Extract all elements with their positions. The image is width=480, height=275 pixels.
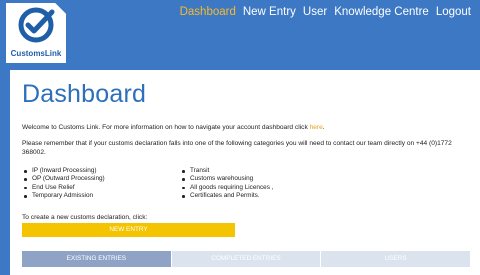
app-header: CustomsLink Dashboard New Entry User Kno… [0, 0, 480, 70]
category-list-right: Transit Customs warehousing All goods re… [180, 167, 273, 201]
page-title: Dashboard [22, 80, 147, 108]
welcome-text: Welcome to Customs Link. For more inform… [22, 123, 462, 132]
list-item: IP (Inward Processing) [22, 167, 105, 175]
list-item: Temporary Admission [22, 192, 105, 200]
dashboard-panel: Dashboard Welcome to Customs Link. For m… [10, 70, 480, 275]
nav-user[interactable]: User [303, 5, 327, 19]
nav-logout[interactable]: Logout [436, 5, 471, 19]
main-nav: Dashboard New Entry User Knowledge Centr… [173, 5, 471, 19]
tab-completed-entries[interactable]: COMPLETED ENTRIES [171, 251, 322, 267]
list-item: Transit [180, 167, 273, 175]
list-item: All goods requiring Licences , [180, 184, 273, 192]
entries-tabs: EXISTING ENTRIES COMPLETED ENTRIES USERS [22, 251, 471, 267]
tab-existing-entries[interactable]: EXISTING ENTRIES [22, 251, 172, 267]
list-item: Customs warehousing [180, 175, 273, 183]
tab-users[interactable]: USERS [321, 251, 471, 267]
customslink-logo[interactable]: CustomsLink [6, 3, 66, 63]
help-link[interactable]: here [310, 124, 323, 131]
new-entry-button[interactable]: NEW ENTRY [22, 223, 235, 237]
nav-dashboard[interactable]: Dashboard [180, 5, 236, 19]
welcome-text-body: Welcome to Customs Link. For more inform… [22, 124, 310, 131]
welcome-text-end: . [322, 124, 325, 131]
checkmark-logo-icon [18, 7, 55, 43]
list-item: End Use Relief [22, 184, 105, 192]
create-instruction: To create a new customs declaration, cli… [22, 214, 148, 221]
nav-knowledge-centre[interactable]: Knowledge Centre [334, 5, 429, 19]
list-item: OP (Outward Processing) [22, 175, 105, 183]
list-item: Certificates and Permits. [180, 192, 273, 200]
contact-notice: Please remember that if your customs dec… [22, 140, 452, 156]
category-list-left: IP (Inward Processing) OP (Outward Proce… [22, 167, 105, 201]
nav-new-entry[interactable]: New Entry [243, 5, 296, 19]
logo-text: CustomsLink [10, 49, 62, 58]
